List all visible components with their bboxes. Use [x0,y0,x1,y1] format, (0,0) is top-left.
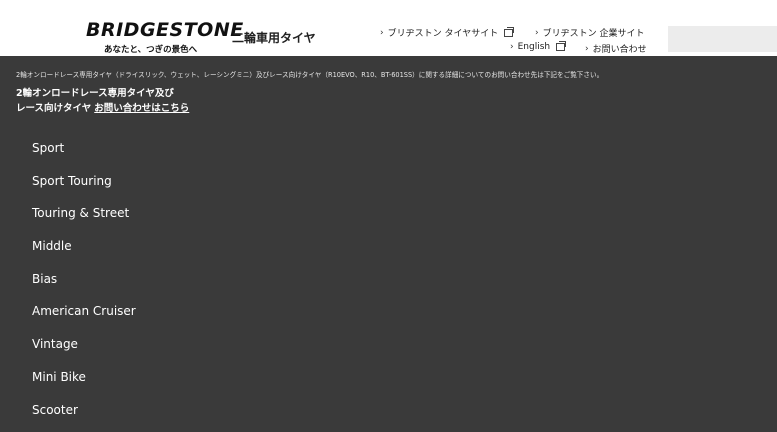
contact-link-label: お問い合わせ [593,42,647,55]
logo-wordmark: BRIDGESTONE [86,20,244,40]
english-link-label: English [518,42,551,52]
tire-site-link[interactable]: › ブリヂストン タイヤサイト [380,26,513,39]
menu-item-scooter[interactable]: Scooter [32,400,136,432]
race-tire-contact: 2輪オンロードレース専用タイヤ及び レース向けタイヤお問い合わせはこちら [16,86,189,116]
corporate-site-link[interactable]: › ブリヂストン 企業サイト [535,26,644,39]
race-tire-heading-line2-text: レース向けタイヤ [16,103,91,114]
menu-item-middle[interactable]: Middle [32,236,136,269]
menu-item-american-cruiser[interactable]: American Cruiser [32,301,136,334]
category-menu: Sport Sport Touring Touring & Street Mid… [32,138,136,432]
menu-item-mini-bike[interactable]: Mini Bike [32,367,136,400]
contact-link[interactable]: › お問い合わせ [585,42,647,55]
chevron-right-icon: › [380,28,384,38]
chevron-right-icon: › [510,42,514,52]
tire-site-link-label: ブリヂストン タイヤサイト [388,26,499,39]
external-link-icon [504,29,513,37]
chevron-right-icon: › [535,28,539,38]
english-link[interactable]: › English [510,42,565,52]
menu-item-sport[interactable]: Sport [32,138,136,171]
bridgestone-logo[interactable]: BRIDGESTONE あなたと、つぎの景色へ [86,20,244,40]
menu-item-bias[interactable]: Bias [32,269,136,302]
search-input[interactable] [668,26,777,52]
menu-item-vintage[interactable]: Vintage [32,334,136,367]
race-tire-heading-line1: 2輪オンロードレース専用タイヤ及び [16,86,189,101]
external-link-icon [556,43,565,51]
site-label: 二輪車用タイヤ [232,29,316,46]
race-tire-notice: 2輪オンロードレース専用タイヤ（ドライスリック、ウェット、レーシングミニ）及びレ… [16,69,603,79]
menu-item-sport-touring[interactable]: Sport Touring [32,171,136,204]
race-contact-link[interactable]: お問い合わせはこちら [94,103,189,114]
corporate-site-link-label: ブリヂストン 企業サイト [543,26,645,39]
site-header: BRIDGESTONE あなたと、つぎの景色へ 二輪車用タイヤ › ブリヂストン… [0,0,777,56]
chevron-right-icon: › [585,44,589,54]
logo-tagline: あなたと、つぎの景色へ [104,43,197,55]
race-tire-heading-line2: レース向けタイヤお問い合わせはこちら [16,101,189,116]
menu-item-touring-street[interactable]: Touring & Street [32,203,136,236]
